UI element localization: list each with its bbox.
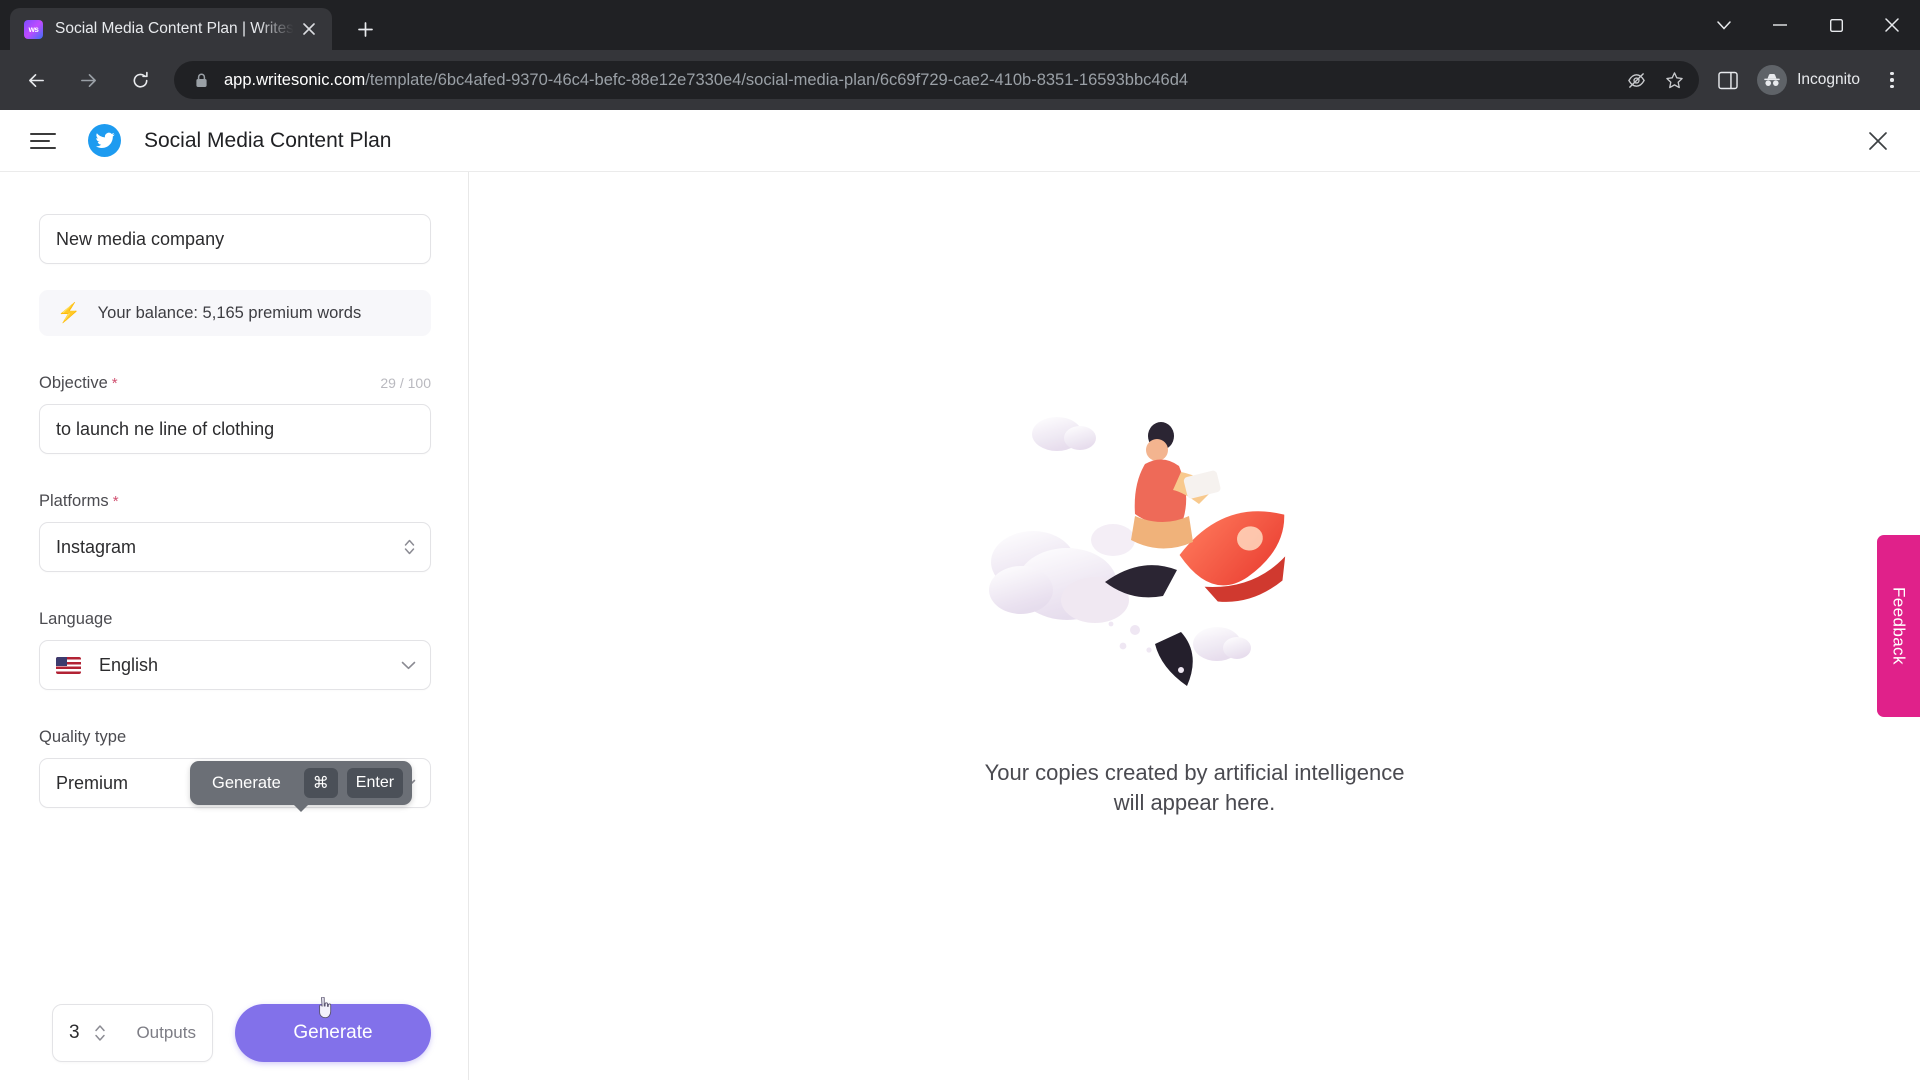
preview-empty-message: Your copies created by artificial intell…: [985, 758, 1405, 819]
browser-window: ws Social Media Content Plan | Writes ap…: [0, 0, 1920, 1080]
platforms-value: Instagram: [56, 536, 137, 557]
browser-tab[interactable]: ws Social Media Content Plan | Writes: [10, 8, 332, 50]
writesonic-app: Social Media Content Plan New media comp…: [0, 110, 1920, 1080]
objective-value: to launch ne line of clothing: [56, 418, 275, 439]
lightning-bolt-icon: ⚡: [57, 302, 81, 324]
generate-button-label: Generate: [293, 1022, 373, 1043]
writesonic-favicon: ws: [24, 19, 43, 39]
command-key-badge: ⌘: [303, 768, 338, 798]
objective-counter: 29 / 100: [380, 375, 431, 391]
tooltip-arrow: [293, 804, 310, 812]
outputs-label: Outputs: [136, 1023, 196, 1042]
objective-label: Objective: [39, 374, 108, 392]
platforms-select[interactable]: Instagram: [39, 522, 431, 572]
preview-panel: Your copies created by artificial intell…: [469, 172, 1920, 1080]
quality-type-label: Quality type: [39, 728, 127, 746]
stepper-arrows-icon[interactable]: [93, 1021, 107, 1045]
outputs-stepper[interactable]: 3 Outputs: [52, 1004, 213, 1062]
kebab-menu-icon[interactable]: [1874, 60, 1910, 100]
incognito-avatar-icon: [1757, 65, 1788, 95]
mouse-cursor: [317, 996, 333, 1019]
chevron-down-icon: [401, 661, 416, 670]
side-panel-icon[interactable]: [1711, 63, 1745, 97]
kebab-dot: [1890, 84, 1894, 89]
quality-type-label-row: Quality type: [39, 728, 431, 747]
language-select[interactable]: English: [39, 640, 431, 690]
incognito-label: Incognito: [1797, 71, 1860, 88]
new-tab-icon[interactable]: [348, 12, 382, 46]
favicon-label: ws: [28, 24, 39, 34]
up-down-chevron-icon: [403, 537, 416, 557]
balance-banner: ⚡ Your balance: 5,165 premium words: [39, 290, 431, 336]
balance-text: Your balance: 5,165 premium words: [97, 303, 362, 322]
address-bar[interactable]: app.writesonic.com/template/6bc4afed-937…: [174, 61, 1700, 99]
hamburger-line: [30, 132, 56, 135]
tab-title: Social Media Content Plan | Writes: [55, 20, 294, 37]
objective-label-row: Objective * 29 / 100: [39, 374, 431, 393]
app-body: New media company ⚡ Your balance: 5,165 …: [0, 172, 1920, 1080]
preview-line-1: Your copies created by artificial intell…: [984, 759, 1405, 785]
project-name-value: New media company: [56, 228, 225, 249]
platforms-label: Platforms: [39, 492, 109, 510]
feedback-label: Feedback: [1889, 587, 1909, 665]
platforms-label-row: Platforms *: [39, 492, 431, 511]
eye-slash-icon[interactable]: [1619, 63, 1653, 97]
minimize-icon[interactable]: [1752, 0, 1808, 50]
app-header: Social Media Content Plan: [0, 110, 1920, 172]
lock-icon: [192, 73, 210, 88]
maximize-icon[interactable]: [1808, 0, 1864, 50]
tab-strip: ws Social Media Content Plan | Writes: [0, 0, 1920, 50]
generate-button[interactable]: Generate: [235, 996, 431, 1062]
tooltip-label: Generate: [212, 773, 281, 792]
star-icon[interactable]: [1657, 63, 1691, 97]
reload-icon[interactable]: [119, 59, 161, 101]
generate-tooltip: Generate ⌘ Enter: [190, 761, 413, 812]
rocket-launch-illustration: [985, 394, 1405, 724]
kebab-dot: [1890, 71, 1894, 76]
twitter-bird-icon: [88, 124, 121, 157]
form-panel: New media company ⚡ Your balance: 5,165 …: [0, 172, 469, 1080]
tab-close-icon[interactable]: [296, 16, 322, 42]
outputs-count: 3: [69, 1022, 80, 1043]
url-path: /template/6bc4afed-9370-46c4-befc-88e12e…: [365, 70, 1189, 89]
url-host: app.writesonic.com: [224, 70, 366, 89]
window-close-icon[interactable]: [1864, 0, 1920, 50]
required-marker: *: [111, 375, 118, 392]
back-arrow-icon[interactable]: [15, 59, 57, 101]
language-label-row: Language: [39, 610, 431, 629]
required-marker: *: [112, 493, 119, 510]
project-name-input[interactable]: New media company: [39, 214, 431, 264]
language-label: Language: [39, 610, 113, 628]
us-flag-icon: [56, 656, 81, 674]
browser-toolbar: app.writesonic.com/template/6bc4afed-937…: [0, 50, 1920, 110]
preview-line-2: will appear here.: [1113, 790, 1276, 815]
app-close-icon[interactable]: [1858, 121, 1898, 161]
incognito-indicator[interactable]: Incognito: [1751, 61, 1874, 99]
page-title: Social Media Content Plan: [144, 128, 392, 152]
forward-arrow-icon[interactable]: [67, 59, 109, 101]
chevron-down-icon[interactable]: [1696, 0, 1752, 50]
kebab-dot: [1890, 78, 1894, 82]
hamburger-line: [30, 146, 56, 149]
feedback-tab[interactable]: Feedback: [1877, 535, 1920, 717]
hamburger-line: [30, 139, 50, 142]
objective-input[interactable]: to launch ne line of clothing: [39, 404, 431, 454]
form-footer: 3 Outputs Generate: [52, 996, 431, 1062]
language-value: English: [99, 654, 159, 675]
hamburger-menu-icon[interactable]: [30, 132, 60, 149]
url-text: app.writesonic.com/template/6bc4afed-937…: [224, 71, 1615, 90]
window-controls: [1696, 0, 1920, 50]
enter-key-badge: Enter: [346, 768, 404, 798]
